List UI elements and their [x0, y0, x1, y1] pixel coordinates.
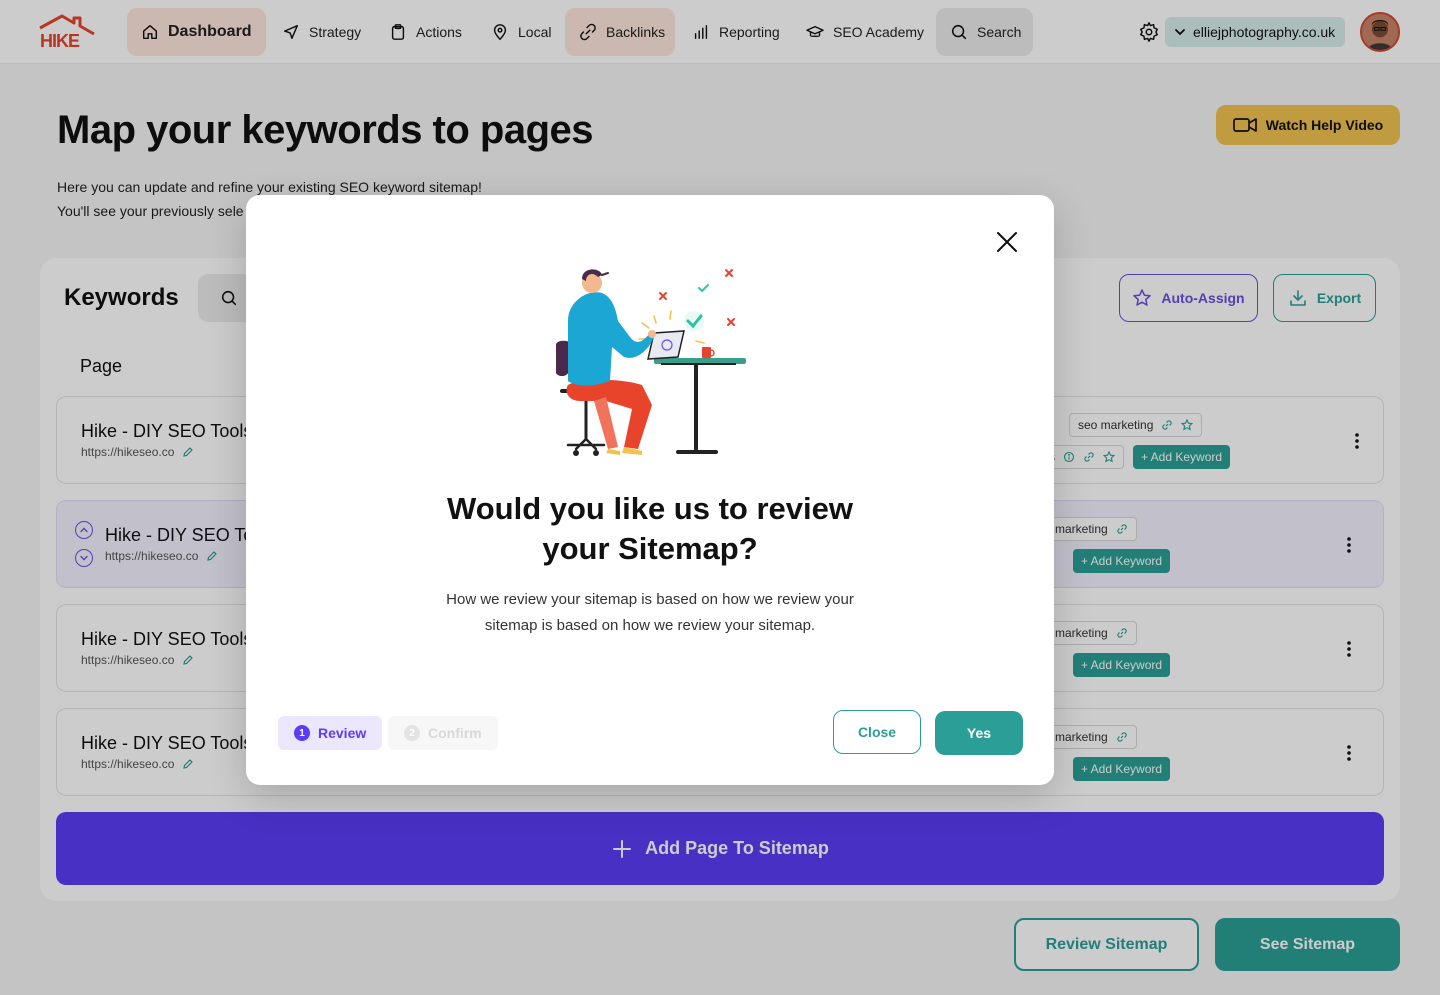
person-at-desk-illustration [556, 269, 746, 456]
step-confirm-label: Confirm [428, 725, 482, 741]
step-review[interactable]: 1 Review [278, 716, 383, 750]
close-icon[interactable] [992, 227, 1022, 257]
review-sitemap-modal: Would you like us to review your Sitemap… [246, 195, 1054, 785]
modal-title: Would you like us to review your Sitemap… [246, 489, 1054, 569]
modal-title-line-1: Would you like us to review [447, 491, 853, 526]
step-confirm: 2 Confirm [388, 716, 498, 750]
modal-description: How we review your sitemap is based on h… [446, 591, 854, 634]
modal-title-line-2: your Sitemap? [542, 531, 758, 566]
step-confirm-number: 2 [404, 725, 420, 741]
step-review-label: Review [318, 725, 367, 741]
modal-close-button[interactable]: Close [833, 710, 921, 754]
step-review-number: 1 [294, 725, 310, 741]
modal-yes-button[interactable]: Yes [935, 711, 1023, 755]
